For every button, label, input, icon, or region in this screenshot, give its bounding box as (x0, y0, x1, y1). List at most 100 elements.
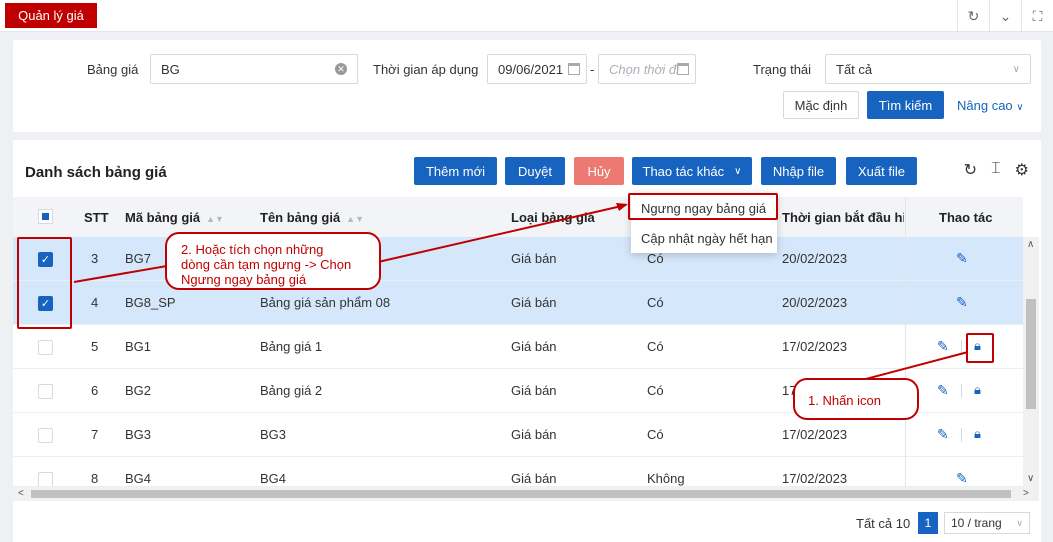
refresh-icon[interactable]: ↻ (964, 160, 977, 180)
cell-code: BG7 (125, 251, 152, 266)
cell-code: BG8_SP (125, 295, 176, 310)
table-row[interactable]: 5 BG1 Bảng giá 1 Giá bán Có 17/02/2023 ✎… (13, 325, 1023, 369)
cell-name: BG3 (260, 427, 287, 442)
default-button[interactable]: Mặc định (783, 91, 859, 119)
cell-stt: 6 (91, 383, 99, 398)
gear-icon[interactable]: ⚙ (1015, 160, 1029, 180)
chevron-down-icon: ∨ (1016, 102, 1024, 113)
step1-text: 1. Nhấn icon (808, 393, 881, 408)
refresh-icon[interactable]: ↻ (957, 0, 989, 32)
date-from-input[interactable]: 09/06/2021 (487, 54, 587, 84)
step2-line1: 2. Hoặc tích chọn những (181, 242, 324, 257)
more-actions-label: Thao tác khác (642, 163, 725, 179)
chevron-down-icon: ∨ (1016, 518, 1023, 528)
cell-stt: 7 (91, 427, 99, 442)
page-size-select[interactable]: 10 / trang ∨ (944, 512, 1030, 534)
sort-icon[interactable]: ▲▼ (206, 214, 224, 224)
row-checkbox[interactable] (38, 340, 53, 355)
chevron-down-icon: ∨ (734, 165, 742, 177)
search-button[interactable]: Tìm kiếm (867, 91, 944, 119)
status-label: Trạng thái (753, 62, 812, 77)
cancel-button[interactable]: Hủy (574, 157, 624, 185)
cell-type: Giá bán (511, 383, 557, 398)
export-button[interactable]: Xuất file (846, 157, 917, 185)
row-checkbox[interactable] (38, 472, 53, 486)
scroll-down-icon[interactable]: ∨ (1027, 473, 1034, 484)
add-button[interactable]: Thêm mới (414, 157, 497, 185)
status-value: Tất cả (836, 61, 873, 77)
highlight-checkboxes (17, 237, 72, 329)
col-code[interactable]: Mã bảng giá ▲▼ (125, 210, 224, 225)
cell-stt: 5 (91, 339, 99, 354)
approve-button[interactable]: Duyệt (505, 157, 565, 185)
price-list-value: BG (161, 61, 180, 77)
menu-item-update-expiry[interactable]: Cập nhật ngày hết hạn (631, 223, 777, 253)
col-start: Thời gian bắt đầu hiệu (782, 210, 904, 225)
cell-start: 17/02/2023 (782, 339, 848, 354)
scroll-up-icon[interactable]: ∧ (1027, 239, 1034, 250)
sort-icon[interactable]: ▲▼ (346, 214, 364, 224)
calendar-icon[interactable] (568, 63, 580, 75)
page-size-value: 10 / trang (951, 516, 1002, 530)
topbar-controls: ↻ ⌄ ⛶ (957, 0, 1053, 32)
price-list-panel: Danh sách bảng giá Thêm mới Duyệt Hủy Th… (13, 140, 1041, 542)
horizontal-scrollbar[interactable]: < > (13, 487, 1039, 501)
advanced-link[interactable]: Nâng cao ∨ (957, 98, 1024, 113)
chevron-down-icon: ∨ (1012, 64, 1020, 75)
cell-code: BG3 (125, 427, 152, 442)
clear-icon[interactable]: ✕ (335, 63, 347, 75)
horizontal-scroll-thumb[interactable] (31, 490, 1011, 498)
cell-code: BG2 (125, 383, 152, 398)
tab-price-management[interactable]: Quản lý giá (5, 3, 97, 28)
row-checkbox[interactable] (38, 384, 53, 399)
date-separator: - (590, 62, 595, 77)
date-to-placeholder: Chọn thời đi (609, 61, 680, 77)
instruction-callout-step1: 1. Nhấn icon (793, 378, 919, 420)
table-tools: ↻ ⌶ ⚙ (964, 160, 1029, 180)
price-list-input[interactable]: BG ✕ (150, 54, 358, 84)
table-row[interactable]: 8 BG4 BG4 Giá bán Không 17/02/2023 ✎ (13, 457, 1023, 487)
col-stt: STT (84, 210, 109, 225)
more-actions-button[interactable]: Thao tác khác ∨ (632, 157, 752, 185)
cell-stt: 8 (91, 471, 99, 486)
cell-type: Giá bán (511, 339, 557, 354)
cell-type: Giá bán (511, 295, 557, 310)
column-height-icon[interactable]: ⌶ (991, 160, 1001, 180)
cell-name: Bảng giá 1 (260, 339, 323, 354)
row-checkbox[interactable] (38, 428, 53, 443)
advanced-label: Nâng cao (957, 98, 1013, 113)
cell-stt: 4 (91, 295, 99, 310)
fullscreen-icon[interactable]: ⛶ (1021, 0, 1053, 32)
cell-type: Giá bán (511, 251, 557, 266)
import-button[interactable]: Nhập file (761, 157, 836, 185)
pagination-total: Tất cả 10 (856, 516, 911, 531)
col-name[interactable]: Tên bảng giá ▲▼ (260, 210, 364, 225)
cell-code: BG4 (125, 471, 152, 486)
select-all-checkbox[interactable] (38, 209, 53, 224)
instruction-callout-step2: 2. Hoặc tích chọn những dòng cần tạm ngư… (165, 232, 381, 290)
list-title: Danh sách bảng giá (25, 164, 167, 181)
cell-code: BG1 (125, 339, 152, 354)
step2-line3: Ngưng ngay bảng giá (181, 272, 307, 287)
pagination-page-1[interactable]: 1 (918, 512, 938, 534)
price-list-label: Bảng giá (87, 62, 139, 77)
vertical-scroll-thumb[interactable] (1026, 299, 1036, 409)
cell-start: 17/02/2023 (782, 427, 848, 442)
scroll-left-icon[interactable]: < (18, 488, 24, 499)
top-bar: Quản lý giá ↻ ⌄ ⛶ (0, 0, 1053, 32)
calendar-icon[interactable] (677, 63, 689, 75)
chevron-down-icon[interactable]: ⌄ (989, 0, 1021, 32)
date-to-input[interactable]: Chọn thời đi (598, 54, 696, 84)
table-row[interactable]: ✓ 4 BG8_SP Bảng giá sản phẩm 08 Giá bán … (13, 281, 1023, 325)
cell-flag: Có (647, 295, 664, 310)
cell-flag: Có (647, 383, 664, 398)
status-select[interactable]: Tất cả ∨ (825, 54, 1031, 84)
cell-stt: 3 (91, 251, 99, 266)
cell-name: Bảng giá 2 (260, 383, 323, 398)
scroll-right-icon[interactable]: > (1023, 488, 1029, 499)
cell-flag: Có (647, 251, 664, 266)
cell-flag: Có (647, 339, 664, 354)
col-code-label: Mã bảng giá (125, 210, 201, 225)
actions-column-divider (905, 197, 1023, 487)
vertical-scrollbar[interactable]: ∧ ∨ (1023, 237, 1039, 487)
